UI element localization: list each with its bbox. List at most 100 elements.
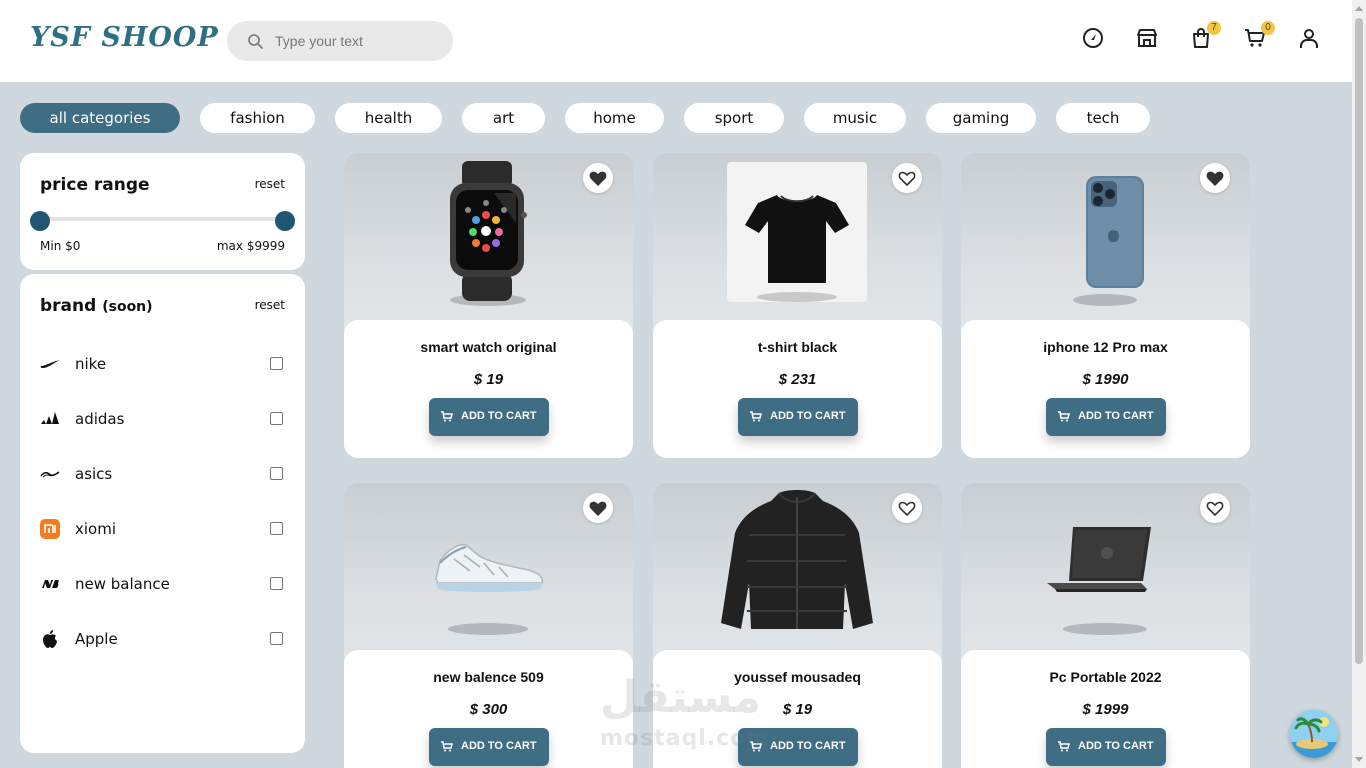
brand-label: asics	[75, 465, 113, 483]
product-price: $ 1999	[1082, 701, 1129, 718]
category-art[interactable]: art	[462, 103, 545, 133]
favorite-button[interactable]	[583, 493, 613, 523]
add-to-cart-button[interactable]: ADD TO CART	[429, 728, 549, 766]
add-to-cart-label: ADD TO CART	[461, 410, 537, 422]
brand-checkbox-apple[interactable]	[270, 632, 283, 645]
heart-filled-icon	[1206, 171, 1224, 186]
cart-button[interactable]: 0	[1243, 21, 1275, 52]
brand-reset-link[interactable]: reset	[255, 298, 285, 312]
product-name: smart watch original	[420, 339, 557, 355]
search-bar[interactable]	[227, 21, 453, 61]
favorite-button[interactable]	[1200, 163, 1230, 193]
cart-icon	[1058, 741, 1070, 752]
scroll-down-arrow-icon[interactable]	[1355, 757, 1363, 762]
product-name: Pc Portable 2022	[1049, 669, 1162, 685]
brand-row-new-balance[interactable]: new balance	[40, 572, 285, 596]
heart-outline-icon	[898, 171, 916, 187]
category-gaming[interactable]: gaming	[926, 103, 1036, 133]
brand-label: Apple	[75, 630, 118, 648]
product-card[interactable]: new balence 509 $ 300 ADD TO CART	[344, 483, 633, 768]
xiaomi-logo-icon	[40, 519, 60, 539]
brand-checkbox-asics[interactable]	[270, 467, 283, 480]
brand-label: xiomi	[75, 520, 117, 538]
product-name: t-shirt black	[757, 339, 838, 355]
chat-widget-button[interactable]	[1290, 710, 1338, 758]
product-name: new balence 509	[433, 669, 544, 685]
cart-icon	[441, 411, 453, 422]
site-logo[interactable]: YSF SHOOP	[30, 22, 219, 53]
product-info: new balence 509 $ 300 ADD TO CART	[344, 650, 633, 768]
brand-checkbox-new-balance[interactable]	[270, 577, 283, 590]
search-icon	[248, 34, 263, 49]
product-price: $ 1990	[1082, 371, 1129, 388]
dashboard-button[interactable]	[1081, 26, 1107, 52]
brand-row-xiomi[interactable]: xiomi	[40, 517, 285, 541]
product-price: $ 19	[473, 371, 504, 388]
cart-icon	[441, 741, 453, 752]
category-all[interactable]: all categories	[20, 103, 180, 133]
add-to-cart-button[interactable]: ADD TO CART	[738, 398, 858, 436]
favorite-button[interactable]	[583, 163, 613, 193]
cart-count-badge: 0	[1261, 21, 1275, 35]
brand-row-nike[interactable]: nike	[40, 352, 285, 376]
bag-button[interactable]: 7	[1189, 21, 1221, 52]
add-to-cart-button[interactable]: ADD TO CART	[429, 398, 549, 436]
price-range-panel: price range reset Min $0 max $9999	[20, 153, 305, 270]
top-header: YSF SHOOP 7 0	[0, 0, 1352, 82]
heart-filled-icon	[589, 501, 607, 516]
heart-filled-icon	[589, 171, 607, 186]
scroll-thumb[interactable]	[1355, 18, 1363, 664]
add-to-cart-label: ADD TO CART	[770, 410, 846, 422]
category-fashion[interactable]: fashion	[200, 103, 315, 133]
add-to-cart-button[interactable]: ADD TO CART	[1046, 728, 1166, 766]
favorite-button[interactable]	[1200, 493, 1230, 523]
category-music[interactable]: music	[804, 103, 906, 133]
heart-outline-icon	[898, 501, 916, 517]
price-reset-link[interactable]: reset	[255, 177, 285, 191]
brand-panel: brand (soon) reset nike adidas asics xio…	[20, 274, 305, 753]
category-sport[interactable]: sport	[684, 103, 784, 133]
price-slider-track[interactable]	[40, 217, 285, 221]
favorite-button[interactable]	[892, 493, 922, 523]
scroll-up-arrow-icon[interactable]	[1355, 6, 1363, 11]
watermark-arabic: مستقل	[600, 672, 761, 723]
product-card[interactable]: t-shirt black $ 231 ADD TO CART	[653, 153, 942, 458]
brand-row-apple[interactable]: Apple	[40, 627, 285, 651]
product-card[interactable]: iphone 12 Pro max $ 1990 ADD TO CART	[961, 153, 1250, 458]
price-min-handle[interactable]	[30, 211, 50, 231]
brand-row-asics[interactable]: asics	[40, 462, 285, 486]
store-button[interactable]	[1135, 26, 1161, 52]
bag-count-badge: 7	[1207, 21, 1221, 35]
asics-logo-icon	[40, 464, 60, 484]
add-to-cart-label: ADD TO CART	[461, 740, 537, 752]
product-info: Pc Portable 2022 $ 1999 ADD TO CART	[961, 650, 1250, 768]
product-card[interactable]: Pc Portable 2022 $ 1999 ADD TO CART	[961, 483, 1250, 768]
brand-label: new balance	[75, 575, 170, 593]
search-input[interactable]	[275, 29, 445, 53]
account-button[interactable]	[1297, 26, 1323, 52]
add-to-cart-label: ADD TO CART	[1078, 740, 1154, 752]
gauge-icon	[1083, 28, 1103, 48]
cart-icon	[750, 411, 762, 422]
apple-logo-icon	[40, 629, 60, 649]
brand-row-adidas[interactable]: adidas	[40, 407, 285, 431]
page-scrollbar[interactable]	[1352, 0, 1366, 768]
user-icon	[1300, 29, 1318, 48]
brand-soon-label: (soon)	[102, 299, 153, 315]
price-max-handle[interactable]	[275, 211, 295, 231]
price-max-label: max $9999	[216, 239, 285, 253]
favorite-button[interactable]	[892, 163, 922, 193]
product-card[interactable]: smart watch original $ 19 ADD TO CART	[344, 153, 633, 458]
brand-checkbox-xiomi[interactable]	[270, 522, 283, 535]
category-home[interactable]: home	[565, 103, 664, 133]
product-info: smart watch original $ 19 ADD TO CART	[344, 320, 633, 458]
add-to-cart-button[interactable]: ADD TO CART	[1046, 398, 1166, 436]
price-range-title: price range	[40, 175, 150, 195]
brand-checkbox-nike[interactable]	[270, 357, 283, 370]
brand-checkbox-adidas[interactable]	[270, 412, 283, 425]
category-tech[interactable]: tech	[1056, 103, 1150, 133]
cart-icon	[1058, 411, 1070, 422]
category-health[interactable]: health	[335, 103, 442, 133]
watermark-url: mostaql.com	[600, 726, 771, 751]
store-icon	[1137, 29, 1157, 47]
